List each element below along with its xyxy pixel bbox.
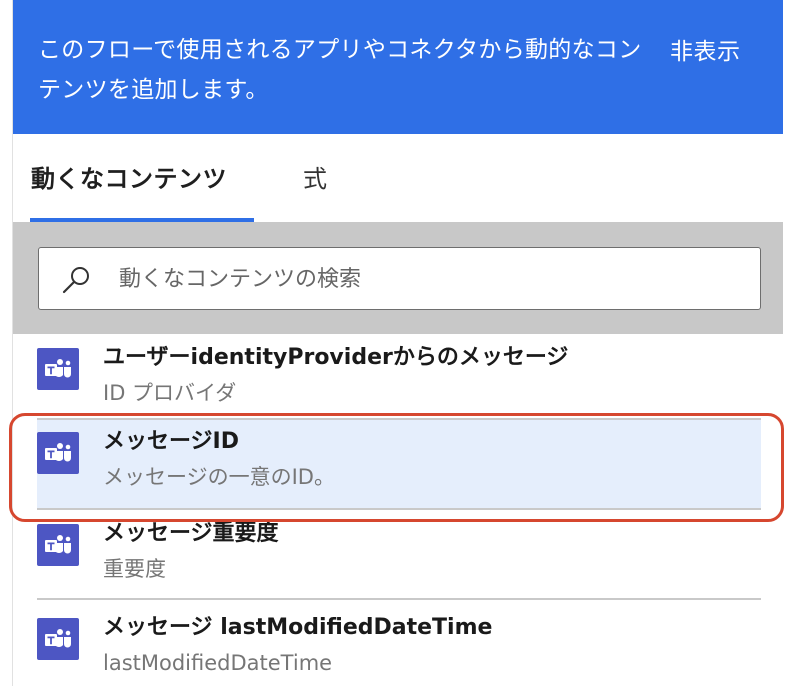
teams-icon [37,524,79,566]
page: このフローで使用されるアプリやコネクタから動的なコンテンツを追加します。 非表示… [0,0,792,686]
item-title: メッセージ lastModifiedDateTime [103,615,493,640]
teams-icon [37,618,79,660]
tab-dynamic-content[interactable]: 動くなコンテンツ [31,159,227,199]
search-input[interactable] [119,258,719,300]
search-box[interactable] [38,247,761,310]
search-icon [62,267,89,294]
teams-icon [37,348,79,390]
list-item[interactable]: メッセージ lastModifiedDateTime lastModifiedD… [37,606,761,686]
divider [37,508,761,510]
search-area [13,222,783,334]
item-title: ユーザーidentityProviderからのメッセージ [103,345,569,370]
item-title: メッセージID [103,429,240,454]
item-subtitle: 重要度 [103,557,166,581]
banner-text: このフローで使用されるアプリやコネクタから動的なコンテンツを追加します。 [38,37,642,103]
list-item[interactable]: ユーザーidentityProviderからのメッセージ ID プロバイダ [37,336,761,424]
item-subtitle: ID プロバイダ [103,381,237,405]
item-subtitle: lastModifiedDateTime [103,651,333,675]
list-item-selected[interactable]: メッセージID メッセージの一意のID。 [37,420,761,508]
info-banner: このフローで使用されるアプリやコネクタから動的なコンテンツを追加します。 非表示 [13,0,783,134]
teams-icon [37,432,79,474]
dynamic-content-panel: このフローで使用されるアプリやコネクタから動的なコンテンツを追加します。 非表示… [13,0,783,686]
tab-expression[interactable]: 式 [303,159,327,199]
tab-bar: 動くなコンテンツ 式 [13,134,783,222]
hide-button[interactable]: 非表示 [670,32,741,72]
divider [37,598,761,600]
item-subtitle: メッセージの一意のID。 [103,465,335,489]
list-item[interactable]: メッセージ重要度 重要度 [37,512,761,600]
item-title: メッセージ重要度 [103,521,279,546]
